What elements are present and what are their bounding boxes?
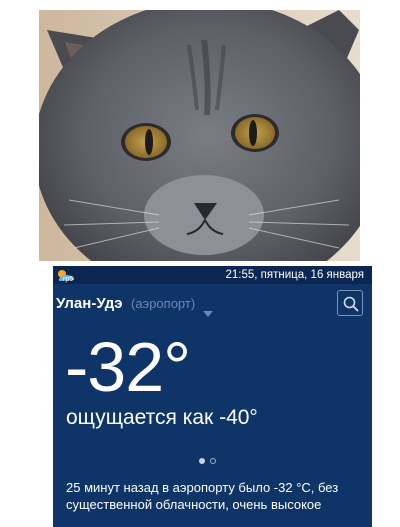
status-datetime: 21:55, пятница, 16 января: [225, 269, 364, 281]
search-button[interactable]: [337, 290, 363, 316]
weather-description: 25 минут назад в аэропорту было -32 °C, …: [66, 480, 339, 512]
rp5-logo-icon: rp5: [56, 268, 76, 283]
status-bar: rp5 21:55, пятница, 16 января: [53, 266, 372, 284]
svg-text:rp5: rp5: [63, 276, 73, 283]
city-name[interactable]: Улан-Удэ: [56, 295, 123, 312]
location-header: Улан-Удэ (аэропорт): [53, 290, 372, 320]
weather-app-screen: rp5 21:55, пятница, 16 января Улан-Удэ (…: [53, 266, 372, 527]
current-temperature: -32°: [65, 328, 191, 406]
search-icon: [343, 296, 359, 312]
feels-like-temperature: ощущается как -40°: [66, 406, 258, 429]
caret-down-icon[interactable]: [203, 302, 213, 317]
page-indicator: [199, 458, 229, 466]
cat-photo: [39, 10, 360, 261]
page-dot-inactive[interactable]: [210, 458, 216, 464]
cat-photo-drawing: [39, 10, 360, 261]
page-dot-active[interactable]: [199, 458, 205, 464]
station-name[interactable]: (аэропорт): [131, 296, 195, 311]
